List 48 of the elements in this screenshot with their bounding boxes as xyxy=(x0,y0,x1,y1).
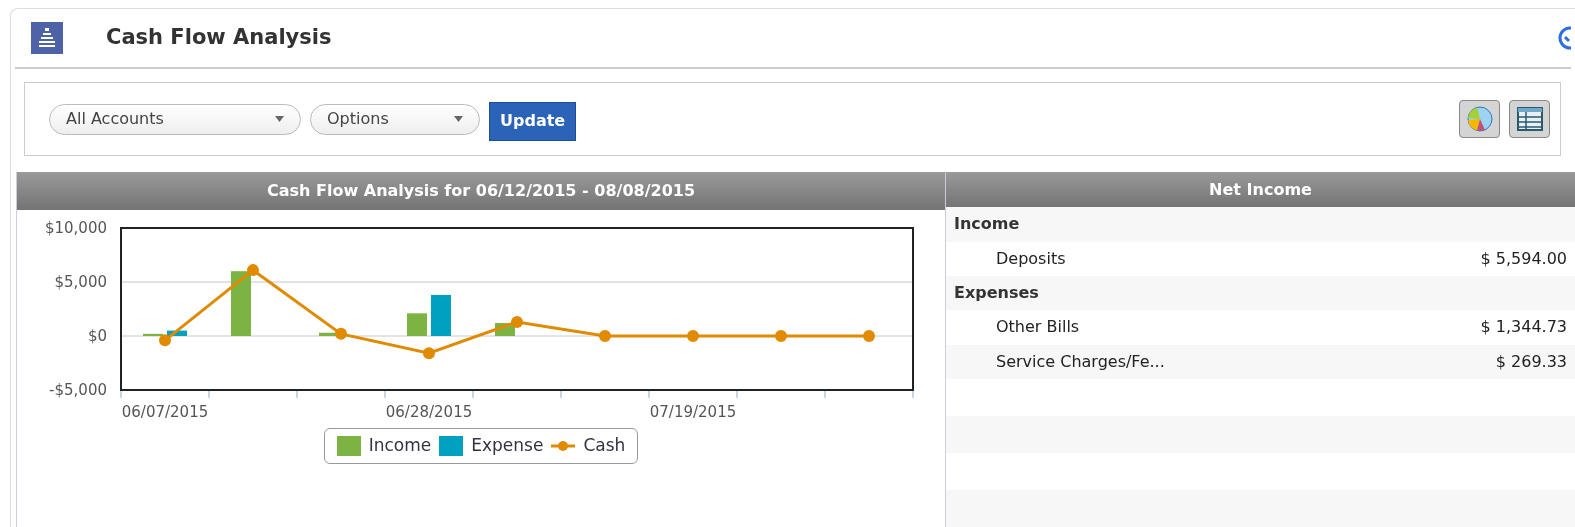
account-select[interactable]: All Accounts xyxy=(49,103,301,135)
bar xyxy=(231,271,251,336)
data-point xyxy=(863,330,875,342)
axis-label: $0 xyxy=(87,327,107,345)
item-amount: $ 5,594.00 xyxy=(1480,247,1567,270)
data-point xyxy=(159,334,171,347)
widget-title: Cash Flow Analysis xyxy=(106,24,332,52)
bar xyxy=(167,330,187,336)
table-view-button[interactable] xyxy=(1509,100,1550,138)
item-label: Other Bills xyxy=(995,316,1080,339)
bar xyxy=(431,294,451,336)
item-label: Deposits xyxy=(995,247,1066,270)
data-point xyxy=(247,264,259,277)
data-point xyxy=(423,347,435,360)
legend-label: Cash xyxy=(583,434,626,457)
axis-label: -$5,000 xyxy=(49,381,107,399)
axis-label: 07/19/2015 xyxy=(649,403,737,421)
caret-icon xyxy=(454,116,463,122)
chart-view-button[interactable] xyxy=(1459,100,1500,138)
legend-line-icon xyxy=(551,439,576,452)
legend-swatch-icon xyxy=(439,435,464,456)
data-point xyxy=(775,330,787,342)
bar xyxy=(143,333,163,336)
bar xyxy=(407,313,427,336)
legend-label: Expense xyxy=(471,434,544,457)
item-label: Service Charges/Fe... xyxy=(995,350,1165,373)
panel-header: Net Income xyxy=(946,172,1575,208)
data-point xyxy=(511,315,523,328)
building-icon xyxy=(31,22,63,54)
axis-label: $10,000 xyxy=(44,219,107,237)
data-point xyxy=(599,330,611,342)
table-icon xyxy=(1516,106,1543,132)
item-amount: $ 269.33 xyxy=(1495,350,1567,373)
legend-label: Income xyxy=(368,434,432,457)
data-point xyxy=(335,327,347,340)
group-label: Income xyxy=(953,213,1020,236)
panel-header: Cash Flow Analysis for 06/12/2015 - 08/08/2015 xyxy=(17,172,945,210)
legend-swatch-icon xyxy=(336,435,361,456)
item-amount: $ 1,344.73 xyxy=(1480,316,1567,339)
axis-label: 06/28/2015 xyxy=(385,403,473,421)
update-button[interactable]: Update xyxy=(489,101,577,141)
axis-label: 06/07/2015 xyxy=(121,403,209,421)
caret-icon xyxy=(275,116,284,122)
pie-chart-icon xyxy=(1466,106,1493,132)
options-select[interactable]: Options xyxy=(310,103,480,135)
group-label: Expenses xyxy=(953,282,1039,305)
data-point xyxy=(687,330,699,342)
axis-label: $5,000 xyxy=(54,273,107,291)
